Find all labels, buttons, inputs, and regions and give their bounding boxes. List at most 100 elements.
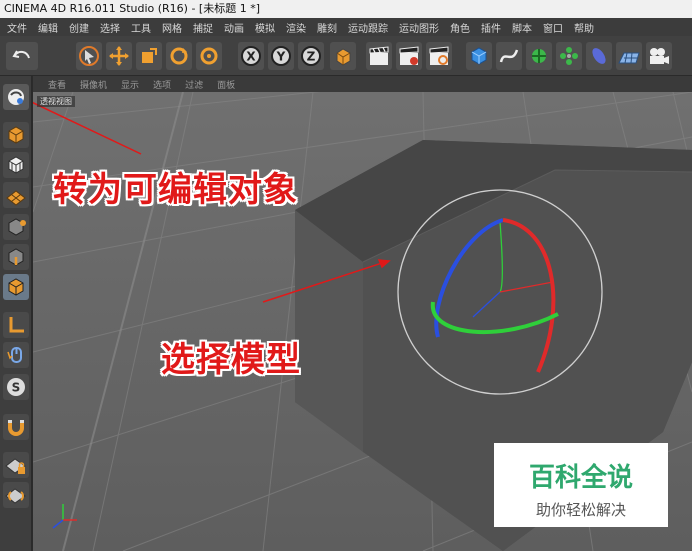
render-view-icon bbox=[369, 46, 389, 65]
svg-text:S: S bbox=[12, 381, 21, 395]
viewport-label: 透视视图 bbox=[37, 96, 75, 107]
axis-mode-icon bbox=[9, 317, 24, 333]
model-mode-icon bbox=[8, 126, 24, 144]
menu-motion-tracking[interactable]: 运动跟踪 bbox=[343, 20, 394, 35]
recent-tool-button[interactable] bbox=[196, 42, 222, 70]
solo-button[interactable]: S bbox=[3, 374, 29, 400]
menu-snap[interactable]: 捕捉 bbox=[188, 20, 219, 35]
scale-icon bbox=[142, 48, 157, 63]
model-mode-button[interactable] bbox=[3, 122, 29, 148]
vp-menu-options[interactable]: 选项 bbox=[146, 78, 178, 91]
y-axis-lock-button[interactable]: Y bbox=[268, 42, 294, 70]
vp-menu-display[interactable]: 显示 bbox=[114, 78, 146, 91]
menu-select[interactable]: 选择 bbox=[95, 20, 126, 35]
menu-character[interactable]: 角色 bbox=[445, 20, 476, 35]
x-axis-lock-button[interactable]: X bbox=[238, 42, 264, 70]
vp-menu-filter[interactable]: 过滤 bbox=[178, 78, 210, 91]
texture-mode-icon bbox=[8, 156, 24, 174]
move-icon bbox=[109, 46, 129, 66]
pointer-icon bbox=[79, 46, 99, 66]
grid-snap-icon bbox=[5, 488, 26, 504]
magnet-icon bbox=[8, 420, 24, 436]
menu-file[interactable]: 文件 bbox=[2, 20, 33, 35]
axis-mode-button[interactable] bbox=[3, 312, 29, 338]
add-camera-button[interactable] bbox=[646, 42, 672, 70]
x-axis-icon: X bbox=[241, 46, 261, 66]
points-mode-button[interactable] bbox=[3, 214, 29, 240]
array-icon bbox=[560, 47, 578, 65]
snap-button[interactable] bbox=[3, 414, 29, 440]
add-spline-button[interactable] bbox=[496, 42, 522, 70]
edges-mode-button[interactable] bbox=[3, 244, 29, 270]
tweak-mode-button[interactable] bbox=[3, 342, 29, 368]
svg-text:Y: Y bbox=[276, 50, 286, 64]
pointer-tool-button[interactable] bbox=[76, 42, 102, 70]
render-picture-viewer-icon bbox=[399, 46, 419, 65]
scale-tool-button[interactable] bbox=[136, 42, 162, 70]
add-deformer-button[interactable] bbox=[586, 42, 612, 70]
vp-menu-cameras[interactable]: 摄像机 bbox=[73, 78, 114, 91]
lock-workplane-button[interactable] bbox=[3, 452, 29, 478]
workplane-icon bbox=[6, 190, 26, 206]
grid-snap-button[interactable] bbox=[3, 482, 29, 508]
viewport-menu: 查看 摄像机 显示 选项 过滤 面板 bbox=[33, 76, 692, 92]
rotate-icon bbox=[170, 47, 188, 65]
z-axis-icon: Z bbox=[301, 46, 321, 66]
deformer-icon bbox=[592, 48, 606, 64]
mode-sidebar: S bbox=[0, 76, 32, 551]
vp-menu-view[interactable]: 查看 bbox=[41, 78, 73, 91]
move-tool-button[interactable] bbox=[106, 42, 132, 70]
workplane-button[interactable] bbox=[3, 182, 29, 208]
polygons-mode-button[interactable] bbox=[3, 274, 29, 300]
main-toolbar: X Y Z bbox=[0, 36, 692, 76]
watermark-subtitle: 助你轻松解决 bbox=[535, 501, 626, 519]
menubar: 文件 编辑 创建 选择 工具 网格 捕捉 动画 模拟 渲染 雕刻 运动跟踪 运动… bbox=[0, 18, 692, 36]
make-editable-icon bbox=[8, 89, 24, 105]
watermark-title: 百科全说 bbox=[528, 463, 633, 493]
svg-text:Z: Z bbox=[307, 50, 316, 64]
floor-icon bbox=[618, 52, 640, 64]
tweak-mode-icon bbox=[7, 347, 22, 363]
menu-mograph[interactable]: 运动图形 bbox=[394, 20, 445, 35]
render-settings-button[interactable] bbox=[426, 42, 452, 70]
nurbs-icon bbox=[532, 49, 546, 63]
render-view-button[interactable] bbox=[366, 42, 392, 70]
polygons-mode-icon bbox=[8, 278, 24, 296]
cube-icon bbox=[471, 47, 487, 65]
svg-text:X: X bbox=[246, 50, 256, 64]
make-editable-button[interactable] bbox=[3, 84, 29, 110]
y-axis-icon: Y bbox=[271, 46, 291, 66]
add-array-button[interactable] bbox=[556, 42, 582, 70]
add-cube-button[interactable] bbox=[466, 42, 492, 70]
vp-menu-panel[interactable]: 面板 bbox=[210, 78, 242, 91]
watermark: 百科全说 助你轻松解决 bbox=[494, 443, 668, 527]
menu-render[interactable]: 渲染 bbox=[281, 20, 312, 35]
camera-icon bbox=[650, 48, 669, 64]
spline-icon bbox=[499, 49, 519, 63]
rotate-tool-button[interactable] bbox=[166, 42, 192, 70]
undo-button[interactable] bbox=[6, 42, 38, 70]
menu-sculpt[interactable]: 雕刻 bbox=[312, 20, 343, 35]
add-floor-button[interactable] bbox=[616, 42, 642, 70]
annotation-make-editable: 转为可编辑对象 bbox=[53, 170, 298, 210]
menu-script[interactable]: 脚本 bbox=[507, 20, 538, 35]
texture-mode-button[interactable] bbox=[3, 152, 29, 178]
edges-mode-icon bbox=[8, 248, 24, 266]
menu-create[interactable]: 创建 bbox=[64, 20, 95, 35]
z-axis-lock-button[interactable]: Z bbox=[298, 42, 324, 70]
coordinate-icon bbox=[336, 48, 351, 66]
menu-animate[interactable]: 动画 bbox=[219, 20, 250, 35]
add-nurbs-button[interactable] bbox=[526, 42, 552, 70]
render-picture-viewer-button[interactable] bbox=[396, 42, 422, 70]
menu-plugins[interactable]: 插件 bbox=[476, 20, 507, 35]
menu-tools[interactable]: 工具 bbox=[126, 20, 157, 35]
annotation-select-model: 选择模型 bbox=[161, 340, 301, 380]
menu-mesh[interactable]: 网格 bbox=[157, 20, 188, 35]
coordinate-system-button[interactable] bbox=[330, 42, 356, 70]
menu-edit[interactable]: 编辑 bbox=[33, 20, 64, 35]
menu-window[interactable]: 窗口 bbox=[538, 20, 569, 35]
menu-help[interactable]: 帮助 bbox=[569, 20, 600, 35]
menu-simulate[interactable]: 模拟 bbox=[250, 20, 281, 35]
points-mode-icon bbox=[8, 218, 26, 236]
render-settings-icon bbox=[429, 46, 449, 65]
